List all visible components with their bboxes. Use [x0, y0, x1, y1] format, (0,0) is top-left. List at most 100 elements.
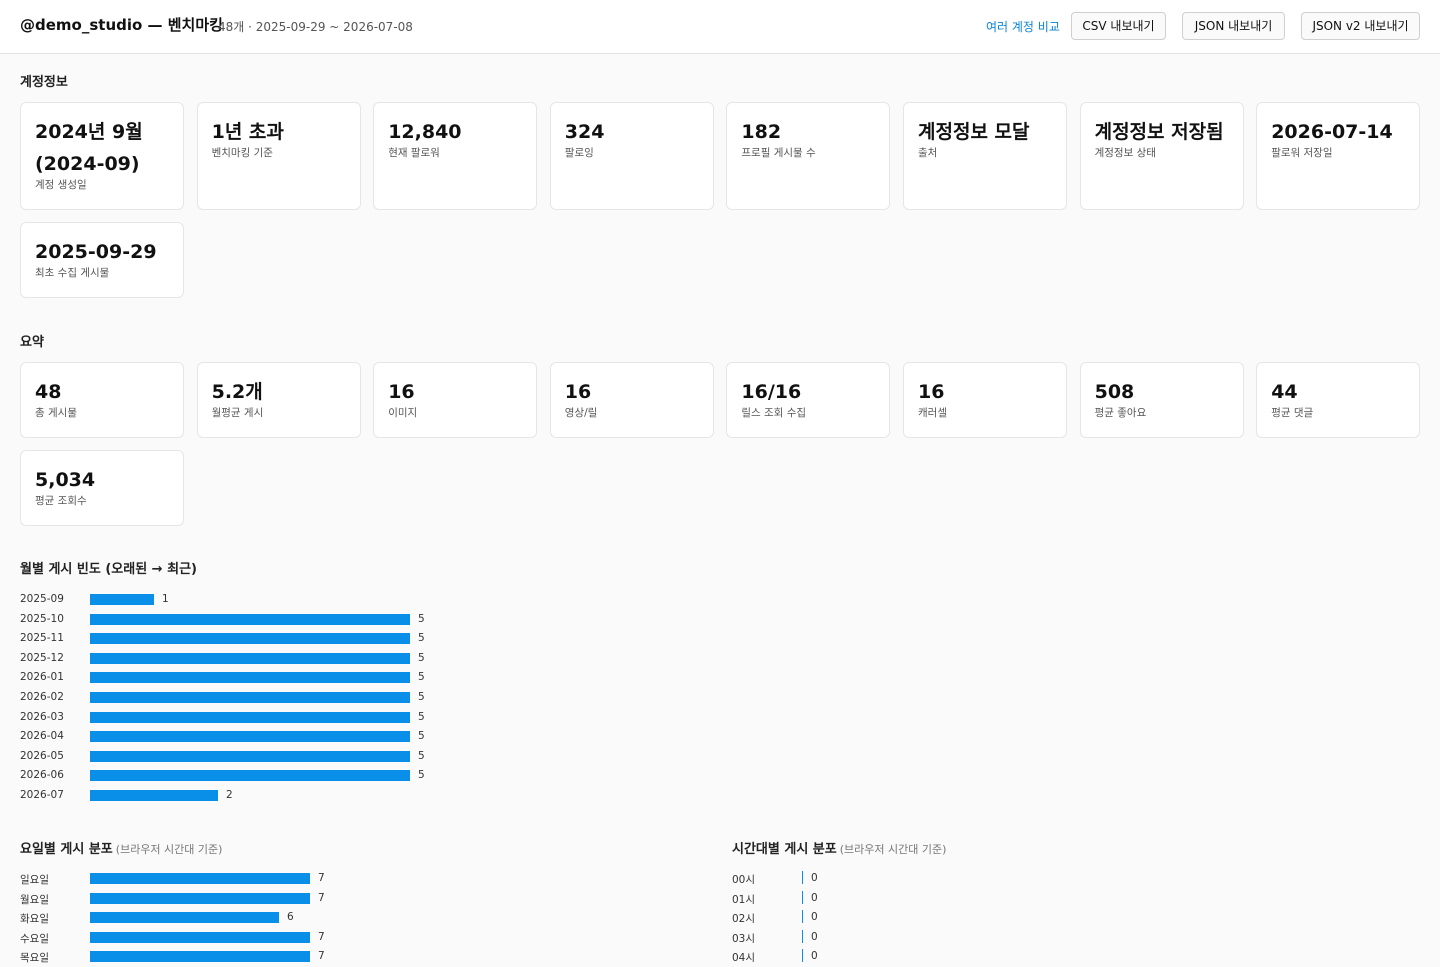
- account-card: 1년 초과 벤치마킹 기준: [196, 102, 361, 210]
- weekday-chart-title: 요일별 게시 분포 (브라우저 시간대 기준): [20, 838, 222, 857]
- card-label: 평균 댓글: [1271, 407, 1314, 419]
- account-card: 계정정보 모달 출처: [903, 102, 1067, 210]
- weekday-title-text: 요일별 게시 분포: [20, 842, 113, 857]
- card-label: 영상/릴: [564, 407, 598, 419]
- hourly-bar-value: 0: [811, 911, 818, 924]
- monthly-bar-label: 2026-01: [20, 671, 64, 684]
- monthly-bar-label: 2026-06: [20, 769, 64, 782]
- monthly-bar-value: 5: [418, 749, 425, 762]
- monthly-bar-value: 5: [418, 730, 425, 743]
- account-section-title: 계정정보: [20, 75, 68, 90]
- card-label: 평균 조회수: [35, 495, 87, 507]
- monthly-chart-title: 월별 게시 빈도 (오래된 → 최근): [20, 562, 197, 577]
- account-card: 324 팔로잉: [549, 102, 714, 210]
- monthly-bar: [90, 770, 410, 782]
- monthly-bar-label: 2026-02: [20, 691, 64, 703]
- hourly-title-text: 시간대별 게시 분포: [732, 842, 837, 857]
- summary-card: 5,034 평균 조회수: [20, 450, 184, 526]
- account-card: 2024년 9월 (2024-09) 계정 생성일: [20, 102, 184, 210]
- hourly-bar: [802, 929, 803, 943]
- summary-card: 16 이미지: [373, 362, 538, 438]
- weekday-bar-value: 6: [287, 911, 294, 924]
- card-value: 2024년 9월 (2024-09): [35, 121, 143, 175]
- weekday-bar-label: 일요일: [20, 874, 49, 886]
- summary-card: 48 총 게시물: [20, 362, 184, 438]
- hourly-bar: [802, 910, 803, 924]
- monthly-bar-value: 1: [162, 593, 169, 605]
- page-title: @demo_studio — 벤치마킹: [20, 16, 223, 34]
- hourly-bar-label: 03시: [732, 932, 756, 945]
- account-card: 2025-09-29 최초 수집 게시물: [20, 222, 184, 298]
- summary-card: 44 평균 댓글: [1256, 362, 1421, 438]
- monthly-bar-value: 2: [226, 789, 233, 801]
- monthly-bar-value: 5: [418, 710, 425, 723]
- card-label: 프로필 게시물 수: [741, 147, 816, 159]
- account-card: 12,840 현재 팔로워: [373, 102, 538, 210]
- hourly-bar-value: 0: [811, 891, 818, 904]
- monthly-bar: [90, 790, 218, 801]
- weekday-bar: [90, 912, 279, 924]
- hourly-bar-label: 04시: [732, 952, 756, 965]
- card-label: 팔로잉: [564, 147, 594, 159]
- top-header: @demo_studio — 벤치마킹 48개 · 2025-09-29 ~ 2…: [0, 0, 1440, 54]
- hourly-bar-value: 0: [811, 950, 818, 963]
- monthly-bar: [90, 692, 410, 703]
- hourly-bar: [802, 949, 803, 963]
- card-label: 릴스 조회 수집: [741, 407, 807, 419]
- card-label: 캐러셀: [918, 407, 947, 419]
- hourly-title-note: (브라우저 시간대 기준): [839, 843, 947, 856]
- hourly-bar: [802, 871, 803, 884]
- summary-card: 16 캐러셀: [903, 362, 1067, 438]
- summary-card: 16/16 릴스 조회 수집: [726, 362, 891, 438]
- card-label: 이미지: [388, 407, 418, 419]
- monthly-bar-label: 2025-12: [20, 651, 64, 664]
- monthly-bar-value: 5: [418, 651, 425, 664]
- hourly-bar-label: 01시: [732, 893, 756, 906]
- card-label: 총 게시물: [35, 407, 77, 419]
- monthly-bar: [90, 731, 410, 743]
- summary-section-title: 요약: [20, 335, 44, 350]
- monthly-bar-label: 2026-07: [20, 789, 64, 801]
- weekday-bar-label: 월요일: [20, 893, 49, 906]
- card-label: 월평균 게시: [211, 407, 264, 419]
- hourly-bar-value: 0: [811, 930, 818, 943]
- json-export-button[interactable]: JSON 내보내기: [1182, 12, 1285, 40]
- monthly-bar-label: 2026-03: [20, 710, 64, 723]
- hourly-bar-value: 0: [811, 872, 818, 884]
- weekday-bar-value: 7: [318, 950, 325, 963]
- monthly-bar: [90, 613, 410, 625]
- weekday-bar-value: 7: [318, 930, 325, 943]
- monthly-bar-value: 5: [418, 769, 425, 782]
- summary-card: 508 평균 좋아요: [1079, 362, 1244, 438]
- json-v2-export-button[interactable]: JSON v2 내보내기: [1301, 12, 1420, 40]
- monthly-bar-label: 2025-11: [20, 632, 64, 645]
- weekday-bar-label: 화요일: [20, 913, 49, 926]
- weekday-bar-value: 7: [318, 872, 325, 884]
- monthly-bar-label: 2026-05: [20, 749, 64, 762]
- weekday-bar: [90, 931, 310, 943]
- card-label: 평균 좋아요: [1094, 407, 1147, 419]
- hourly-bar-label: 00시: [732, 874, 756, 886]
- monthly-bar: [90, 633, 410, 645]
- weekday-title-note: (브라우저 시간대 기준): [115, 843, 223, 856]
- hourly-chart-title: 시간대별 게시 분포 (브라우저 시간대 기준): [732, 838, 946, 857]
- monthly-bar-label: 2025-10: [20, 612, 64, 625]
- monthly-bar-value: 5: [418, 691, 425, 703]
- monthly-bar-label: 2025-09: [20, 593, 64, 605]
- monthly-bar-label: 2026-04: [20, 730, 64, 743]
- monthly-bar-value: 5: [418, 632, 425, 645]
- csv-export-button[interactable]: CSV 내보내기: [1071, 12, 1166, 40]
- hourly-bar: [802, 890, 803, 904]
- weekday-bar: [90, 951, 310, 963]
- weekday-bar-value: 7: [318, 891, 325, 904]
- account-card: 계정정보 저장됨 계정정보 상태: [1079, 102, 1244, 210]
- monthly-bar: [90, 750, 410, 762]
- monthly-bar: [90, 711, 410, 723]
- weekday-bar: [90, 892, 310, 904]
- compare-accounts-link[interactable]: 여러 계정 비교: [986, 18, 1060, 35]
- monthly-bar-value: 5: [418, 612, 425, 625]
- summary-card: 16 영상/릴: [549, 362, 714, 438]
- account-card: 182 프로필 게시물 수: [726, 102, 891, 210]
- weekday-bar-label: 목요일: [20, 952, 49, 965]
- range-meta: 48개 · 2025-09-29 ~ 2026-07-08: [218, 20, 413, 34]
